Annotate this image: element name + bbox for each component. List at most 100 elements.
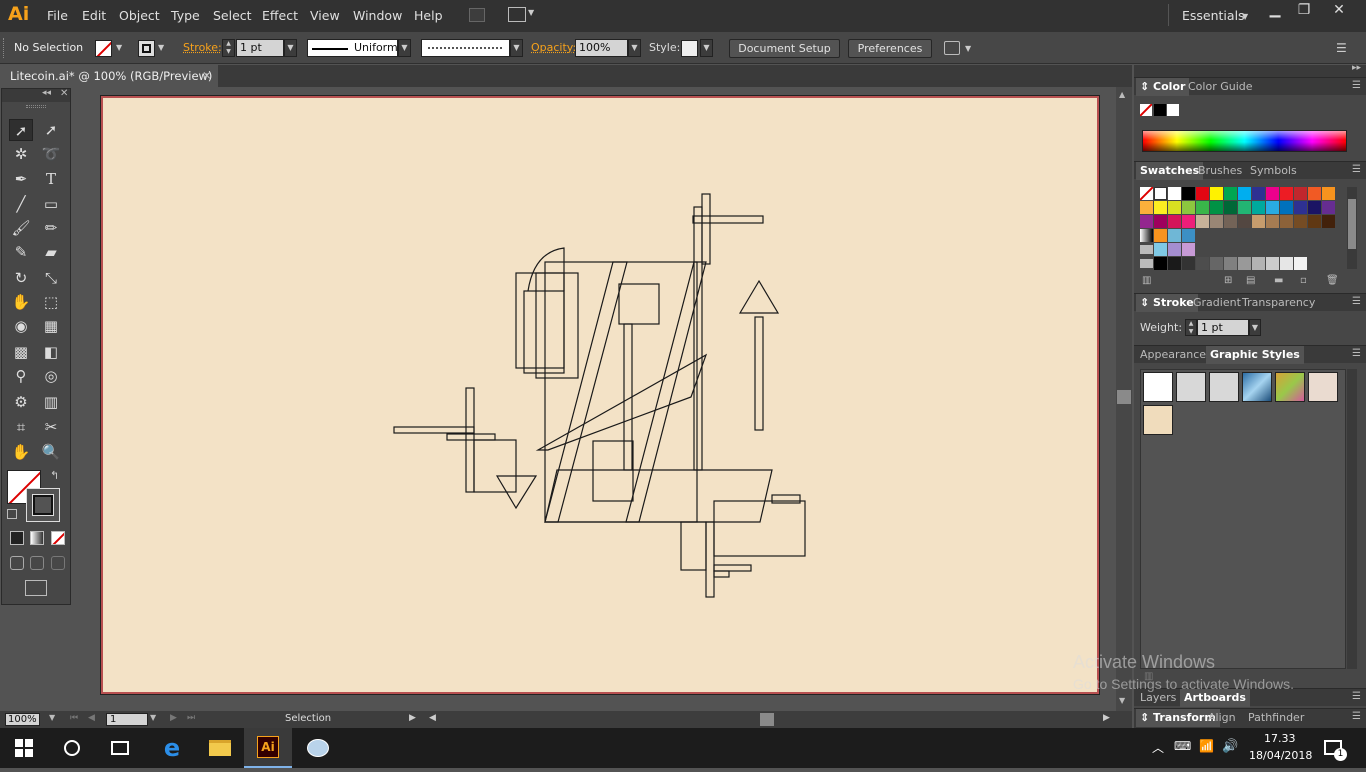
graphic-style-swatch[interactable] bbox=[681, 40, 698, 57]
stroke-stepper[interactable]: ▲ ▼ bbox=[222, 39, 235, 57]
fill-none-icon[interactable] bbox=[95, 40, 112, 57]
first-artboard-icon[interactable]: ⏮ bbox=[70, 713, 78, 723]
color-swatch[interactable] bbox=[1238, 257, 1251, 270]
color-swatch[interactable] bbox=[1322, 215, 1335, 228]
minimize-button[interactable]: ▁ bbox=[1260, 0, 1290, 22]
stroke-weight-input[interactable]: 1 pt bbox=[236, 39, 284, 57]
paint-palette-icon[interactable] bbox=[294, 728, 342, 768]
tab-transparency[interactable]: Transparency bbox=[1238, 294, 1319, 312]
new-swatch-icon[interactable]: ▫ bbox=[1300, 275, 1307, 286]
color-swatch[interactable] bbox=[1210, 215, 1223, 228]
chevron-down-icon[interactable]: ▼ bbox=[965, 44, 971, 53]
color-swatch[interactable] bbox=[1154, 215, 1167, 228]
close-window-button[interactable]: ✕ bbox=[1324, 0, 1354, 22]
paintbrush-tool-icon[interactable]: 🖌 bbox=[9, 217, 33, 239]
color-swatch[interactable] bbox=[1196, 187, 1209, 200]
restore-button[interactable]: ❐ bbox=[1289, 0, 1319, 22]
document-setup-button[interactable]: Document Setup bbox=[729, 39, 840, 58]
panel-menu-icon[interactable]: ☰ bbox=[1336, 41, 1347, 55]
bridge-icon[interactable] bbox=[469, 8, 485, 22]
panel-menu-icon[interactable]: ☰ bbox=[1352, 691, 1361, 702]
close-icon[interactable]: ✕ bbox=[60, 88, 68, 99]
color-swatch[interactable] bbox=[1168, 243, 1181, 256]
graphic-style-item[interactable] bbox=[1275, 372, 1305, 402]
color-swatch[interactable] bbox=[1168, 187, 1181, 200]
next-artboard-icon[interactable]: ▶ bbox=[170, 713, 177, 723]
swap-fill-stroke-icon[interactable]: ↰ bbox=[50, 469, 59, 482]
swatches-scrollbar[interactable] bbox=[1347, 187, 1357, 269]
chevron-down-icon[interactable]: ▼ bbox=[158, 43, 164, 52]
tab-align[interactable]: Align bbox=[1204, 709, 1240, 727]
menu-file[interactable]: File bbox=[47, 8, 68, 23]
eyedropper-tool-icon[interactable]: ⚲ bbox=[9, 365, 33, 387]
color-swatch[interactable] bbox=[1224, 257, 1237, 270]
scroll-up-icon[interactable]: ▲ bbox=[1119, 90, 1125, 99]
status-menu-icon[interactable]: ▶ bbox=[409, 713, 416, 723]
color-swatch[interactable] bbox=[1252, 257, 1265, 270]
panel-menu-icon[interactable]: ☰ bbox=[1352, 164, 1361, 175]
color-group-folder-icon[interactable] bbox=[1140, 245, 1153, 254]
none-swatch-icon[interactable] bbox=[1140, 104, 1152, 116]
artboard-dropdown-icon[interactable]: ▼ bbox=[150, 713, 156, 722]
registration-swatch-icon[interactable] bbox=[1154, 187, 1167, 200]
color-swatch[interactable] bbox=[1294, 201, 1307, 214]
color-swatch[interactable] bbox=[1280, 201, 1293, 214]
horizontal-scroll-thumb[interactable] bbox=[760, 713, 774, 726]
scroll-thumb[interactable] bbox=[1117, 390, 1131, 404]
color-swatch[interactable] bbox=[1224, 201, 1237, 214]
color-swatch[interactable] bbox=[1224, 187, 1237, 200]
artboard-number-input[interactable]: 1 bbox=[106, 713, 148, 726]
color-swatch[interactable] bbox=[1238, 215, 1251, 228]
color-swatch[interactable] bbox=[1210, 187, 1223, 200]
network-icon[interactable]: 📶 bbox=[1199, 739, 1214, 753]
color-swatch[interactable] bbox=[1280, 257, 1293, 270]
color-swatch[interactable] bbox=[1308, 187, 1321, 200]
black-swatch[interactable] bbox=[1154, 104, 1166, 116]
color-swatch[interactable] bbox=[1238, 187, 1251, 200]
style-dropdown[interactable]: ▼ bbox=[700, 39, 713, 57]
panel-menu-icon[interactable]: ☰ bbox=[1352, 348, 1361, 359]
tab-color[interactable]: ⇕ Color bbox=[1136, 78, 1190, 96]
none-swatch-icon[interactable] bbox=[1139, 186, 1154, 201]
graphic-style-item[interactable] bbox=[1176, 372, 1206, 402]
zoom-tool-icon[interactable]: 🔍 bbox=[39, 441, 63, 463]
preferences-button[interactable]: Preferences bbox=[848, 39, 932, 58]
color-swatch[interactable] bbox=[1196, 215, 1209, 228]
selection-tool-icon[interactable]: ➚ bbox=[9, 119, 33, 141]
color-spectrum[interactable] bbox=[1142, 130, 1347, 152]
scroll-down-icon[interactable]: ▼ bbox=[1119, 696, 1125, 705]
tab-pathfinder[interactable]: Pathfinder bbox=[1244, 709, 1308, 727]
file-explorer-icon[interactable] bbox=[196, 728, 244, 768]
scale-tool-icon[interactable]: ⤡ bbox=[39, 267, 63, 289]
color-swatch[interactable] bbox=[1168, 215, 1181, 228]
color-swatch[interactable] bbox=[1154, 229, 1167, 242]
warp-tool-icon[interactable]: ✋ bbox=[9, 291, 33, 313]
collapse-icon[interactable]: ▸▸ bbox=[1352, 63, 1361, 73]
workspace-switcher[interactable]: Essentials bbox=[1182, 8, 1245, 23]
column-graph-tool-icon[interactable]: ▥ bbox=[39, 391, 63, 413]
opacity-dropdown[interactable]: ▼ bbox=[628, 39, 641, 57]
artboard[interactable] bbox=[100, 95, 1100, 695]
color-swatch[interactable] bbox=[1182, 229, 1195, 242]
start-button[interactable] bbox=[0, 728, 48, 768]
weight-stepper[interactable]: ▲ ▼ bbox=[1185, 319, 1197, 336]
menu-type[interactable]: Type bbox=[171, 8, 200, 23]
color-swatch[interactable] bbox=[1182, 187, 1195, 200]
color-swatch[interactable] bbox=[1294, 257, 1307, 270]
color-swatch[interactable] bbox=[1308, 215, 1321, 228]
illustrator-taskbar-button[interactable]: Ai bbox=[244, 728, 292, 768]
color-swatch[interactable] bbox=[1210, 201, 1223, 214]
line-tool-icon[interactable]: ╱ bbox=[9, 193, 33, 215]
brush-definition[interactable] bbox=[421, 39, 510, 57]
tab-graphic-styles[interactable]: Graphic Styles bbox=[1206, 346, 1304, 364]
blob-brush-tool-icon[interactable]: ✎ bbox=[9, 241, 33, 263]
dock-header[interactable]: ▸▸ bbox=[1134, 63, 1366, 77]
color-swatch[interactable] bbox=[1182, 243, 1195, 256]
volume-icon[interactable]: 🔊 bbox=[1222, 739, 1238, 754]
clock-time[interactable]: 17.33 bbox=[1264, 732, 1296, 745]
tab-symbols[interactable]: Symbols bbox=[1246, 162, 1301, 180]
chevron-down-icon[interactable]: ▼ bbox=[528, 8, 534, 17]
symbol-sprayer-tool-icon[interactable]: ⚙ bbox=[9, 391, 33, 413]
menu-select[interactable]: Select bbox=[213, 8, 252, 23]
menu-object[interactable]: Object bbox=[119, 8, 160, 23]
